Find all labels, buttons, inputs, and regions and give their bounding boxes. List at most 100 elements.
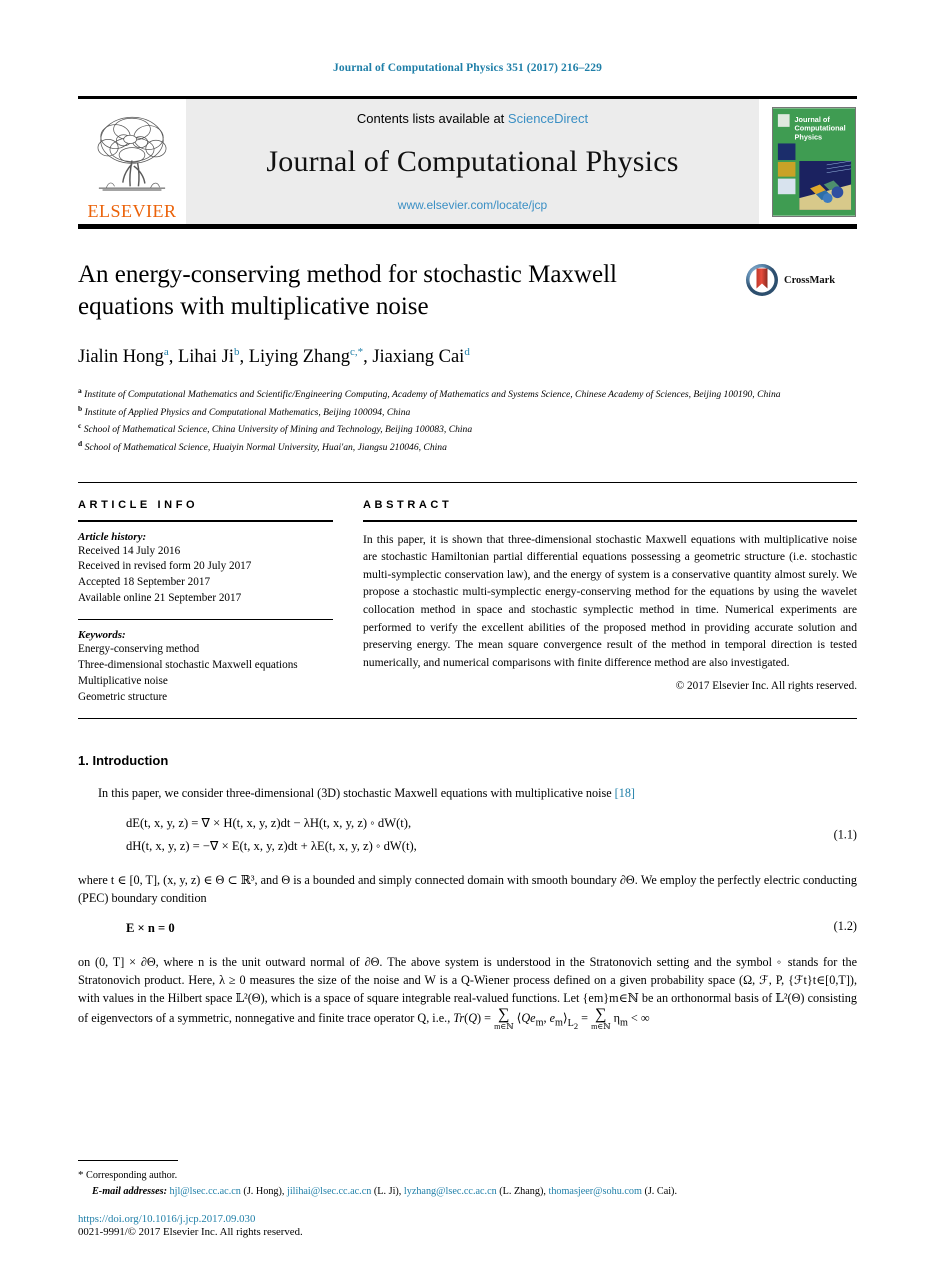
crossmark-label: CrossMark xyxy=(784,274,836,286)
sum-subscript: m∈ℕ xyxy=(591,1022,611,1032)
author-entry: Lihai Jib, xyxy=(177,346,249,368)
section-title-text: Introduction xyxy=(92,752,169,768)
intro-p3-trace-formula: Tr(Q) = ∑ m∈ℕ ⟨Qem, em⟩L2 = ∑ m∈ℕ ηm < ∞ xyxy=(453,1006,650,1032)
author-affil-marker: c,* xyxy=(349,346,364,358)
email-owner: (L. Zhang), xyxy=(499,1185,546,1197)
history-item: Received in revised form 20 July 2017 xyxy=(78,560,252,573)
citation-ref-18[interactable]: [18] xyxy=(615,786,635,800)
journal-title: Journal of Computational Physics xyxy=(266,145,679,178)
author-separator: , xyxy=(168,347,178,368)
affiliation-item: a Institute of Computational Mathematics… xyxy=(78,385,857,403)
equation-1-2-number: (1.2) xyxy=(833,919,857,934)
email-label: E-mail addresses: xyxy=(92,1185,167,1197)
elsevier-tree-icon xyxy=(97,116,167,191)
affiliation-marker: b xyxy=(78,403,83,413)
sciencedirect-link[interactable]: ScienceDirect xyxy=(508,111,588,126)
author-separator: , xyxy=(239,347,249,368)
intro-p1-text: In this paper, we consider three-dimensi… xyxy=(98,785,615,800)
info-section-top-rule xyxy=(78,481,857,483)
contents-list-line: Contents lists available at ScienceDirec… xyxy=(357,111,588,126)
elsevier-logo: ELSEVIER xyxy=(78,99,186,224)
intro-paragraph-3: on (0, T] × ∂Θ, where n is the unit outw… xyxy=(78,953,857,1033)
masthead-center: Contents lists available at ScienceDirec… xyxy=(186,99,759,224)
author-entry: Jialin Honga, xyxy=(78,346,178,368)
crossmark-badge[interactable]: CrossMark xyxy=(745,259,857,383)
affiliation-text: Institute of Computational Mathematics a… xyxy=(84,389,781,401)
svg-text:Journal of: Journal of xyxy=(794,114,830,123)
author-name: Jialin Hong xyxy=(78,347,164,368)
email-link[interactable]: hjl@lsec.cc.ac.cn xyxy=(170,1186,241,1197)
journal-cover-thumbnail: Journal of Computational Physics xyxy=(759,99,857,224)
svg-text:Physics: Physics xyxy=(794,132,822,141)
contents-prefix: Contents lists available at xyxy=(356,111,508,126)
intro-paragraph-1: In this paper, we consider three-dimensi… xyxy=(78,784,857,802)
affiliation-item: c School of Mathematical Science, China … xyxy=(78,420,857,438)
article-info-column: ARTICLE INFO Article history: Received 1… xyxy=(78,499,333,706)
masthead-bottom-rule xyxy=(78,224,857,229)
page-title: An energy-conserving method for stochast… xyxy=(78,261,617,320)
paper-page: Journal of Computational Physics 351 (20… xyxy=(0,0,935,1266)
footnote-separator xyxy=(78,1160,178,1162)
author-separator: , xyxy=(363,347,373,368)
keywords-label: Keywords: xyxy=(78,629,126,642)
author-affil-marker: d xyxy=(464,346,470,358)
section-number: 1. xyxy=(78,752,89,768)
affiliation-text: Institute of Applied Physics and Computa… xyxy=(84,406,411,418)
affiliation-marker: a xyxy=(78,386,82,396)
affiliation-marker: d xyxy=(78,438,83,448)
corresponding-author-note: * Corresponding author. xyxy=(78,1167,857,1184)
affiliation-text: School of Mathematical Science, China Un… xyxy=(83,424,473,436)
history-item: Received 14 July 2016 xyxy=(78,544,181,557)
article-info-heading: ARTICLE INFO xyxy=(78,498,199,511)
elsevier-wordmark: ELSEVIER xyxy=(87,201,177,221)
page-footer: * Corresponding author. E-mail addresses… xyxy=(78,1160,857,1238)
intro-paragraph-2: where t ∈ [0, T], (x, y, z) ∈ Θ ⊂ ℝ³, an… xyxy=(78,872,857,905)
equation-1-1-line-1: dE(t, x, y, z) = ∇ × H(t, x, y, z)dt − λ… xyxy=(126,816,412,831)
keyword-item: Geometric structure xyxy=(78,690,168,703)
svg-text:Computational: Computational xyxy=(794,123,845,132)
introduction-section: 1. Introduction In this paper, we consid… xyxy=(78,753,857,1033)
sum-subscript: m∈ℕ xyxy=(494,1022,514,1032)
equation-1-1-block: dE(t, x, y, z) = ∇ × H(t, x, y, z)dt − λ… xyxy=(78,812,857,859)
author-name: Jiaxiang Cai xyxy=(372,347,465,368)
running-head: Journal of Computational Physics 351 (20… xyxy=(333,62,602,74)
journal-masthead: ELSEVIER Contents lists available at Sci… xyxy=(78,96,857,229)
doi-link[interactable]: https://doi.org/10.1016/j.jcp.2017.09.03… xyxy=(78,1213,857,1225)
affiliation-item: b Institute of Applied Physics and Compu… xyxy=(78,403,857,421)
email-link[interactable]: thomasjeer@sohu.com xyxy=(548,1186,641,1197)
issn-copyright-line: 0021-9991/© 2017 Elsevier Inc. All right… xyxy=(78,1226,303,1238)
email-link[interactable]: jilihai@lsec.cc.ac.cn xyxy=(287,1186,371,1197)
journal-cover-image: Journal of Computational Physics xyxy=(772,106,856,217)
affiliation-marker: c xyxy=(78,421,82,431)
corresponding-text: Corresponding author. xyxy=(86,1170,178,1182)
article-info-rule xyxy=(78,519,333,522)
abstract-column: ABSTRACT In this paper, it is shown that… xyxy=(363,499,857,706)
article-history-label: Article history: xyxy=(78,530,147,543)
email-owner: (J. Hong), xyxy=(243,1185,285,1197)
keyword-item: Multiplicative noise xyxy=(78,674,168,687)
author-entry: Liying Zhangc,*, xyxy=(248,346,373,368)
section-heading: 1. Introduction xyxy=(78,753,857,768)
author-name: Lihai Ji xyxy=(177,347,234,368)
title-block: An energy-conserving method for stochast… xyxy=(78,259,857,383)
abstract-rule xyxy=(363,519,857,522)
affiliation-item: d School of Mathematical Science, Huaiyi… xyxy=(78,438,857,456)
equation-1-1-line-2: dH(t, x, y, z) = −∇ × E(t, x, y, z)dt + … xyxy=(126,839,417,854)
equation-1-2: E × n = 0 xyxy=(126,921,175,936)
keyword-item: Three-dimensional stochastic Maxwell equ… xyxy=(78,659,298,672)
crossmark-icon xyxy=(746,264,778,296)
author-name: Liying Zhang xyxy=(248,347,350,368)
equation-1-2-block: E × n = 0 (1.2) xyxy=(78,917,857,940)
email-link[interactable]: lyzhang@lsec.cc.ac.cn xyxy=(404,1186,497,1197)
keywords-rule xyxy=(78,619,333,621)
info-abstract-section: ARTICLE INFO Article history: Received 1… xyxy=(78,481,857,719)
corresponding-marker: * xyxy=(78,1169,84,1182)
history-item: Available online 21 September 2017 xyxy=(78,592,242,605)
history-item: Accepted 18 September 2017 xyxy=(78,576,211,589)
abstract-text: In this paper, it is shown that three-di… xyxy=(363,532,857,669)
abstract-heading: ABSTRACT xyxy=(363,498,453,511)
journal-homepage-link[interactable]: www.elsevier.com/locate/jcp xyxy=(398,198,547,212)
abstract-copyright: © 2017 Elsevier Inc. All rights reserved… xyxy=(675,680,857,693)
affiliation-list: a Institute of Computational Mathematics… xyxy=(78,385,857,455)
email-owner: (L. Ji), xyxy=(373,1185,402,1197)
